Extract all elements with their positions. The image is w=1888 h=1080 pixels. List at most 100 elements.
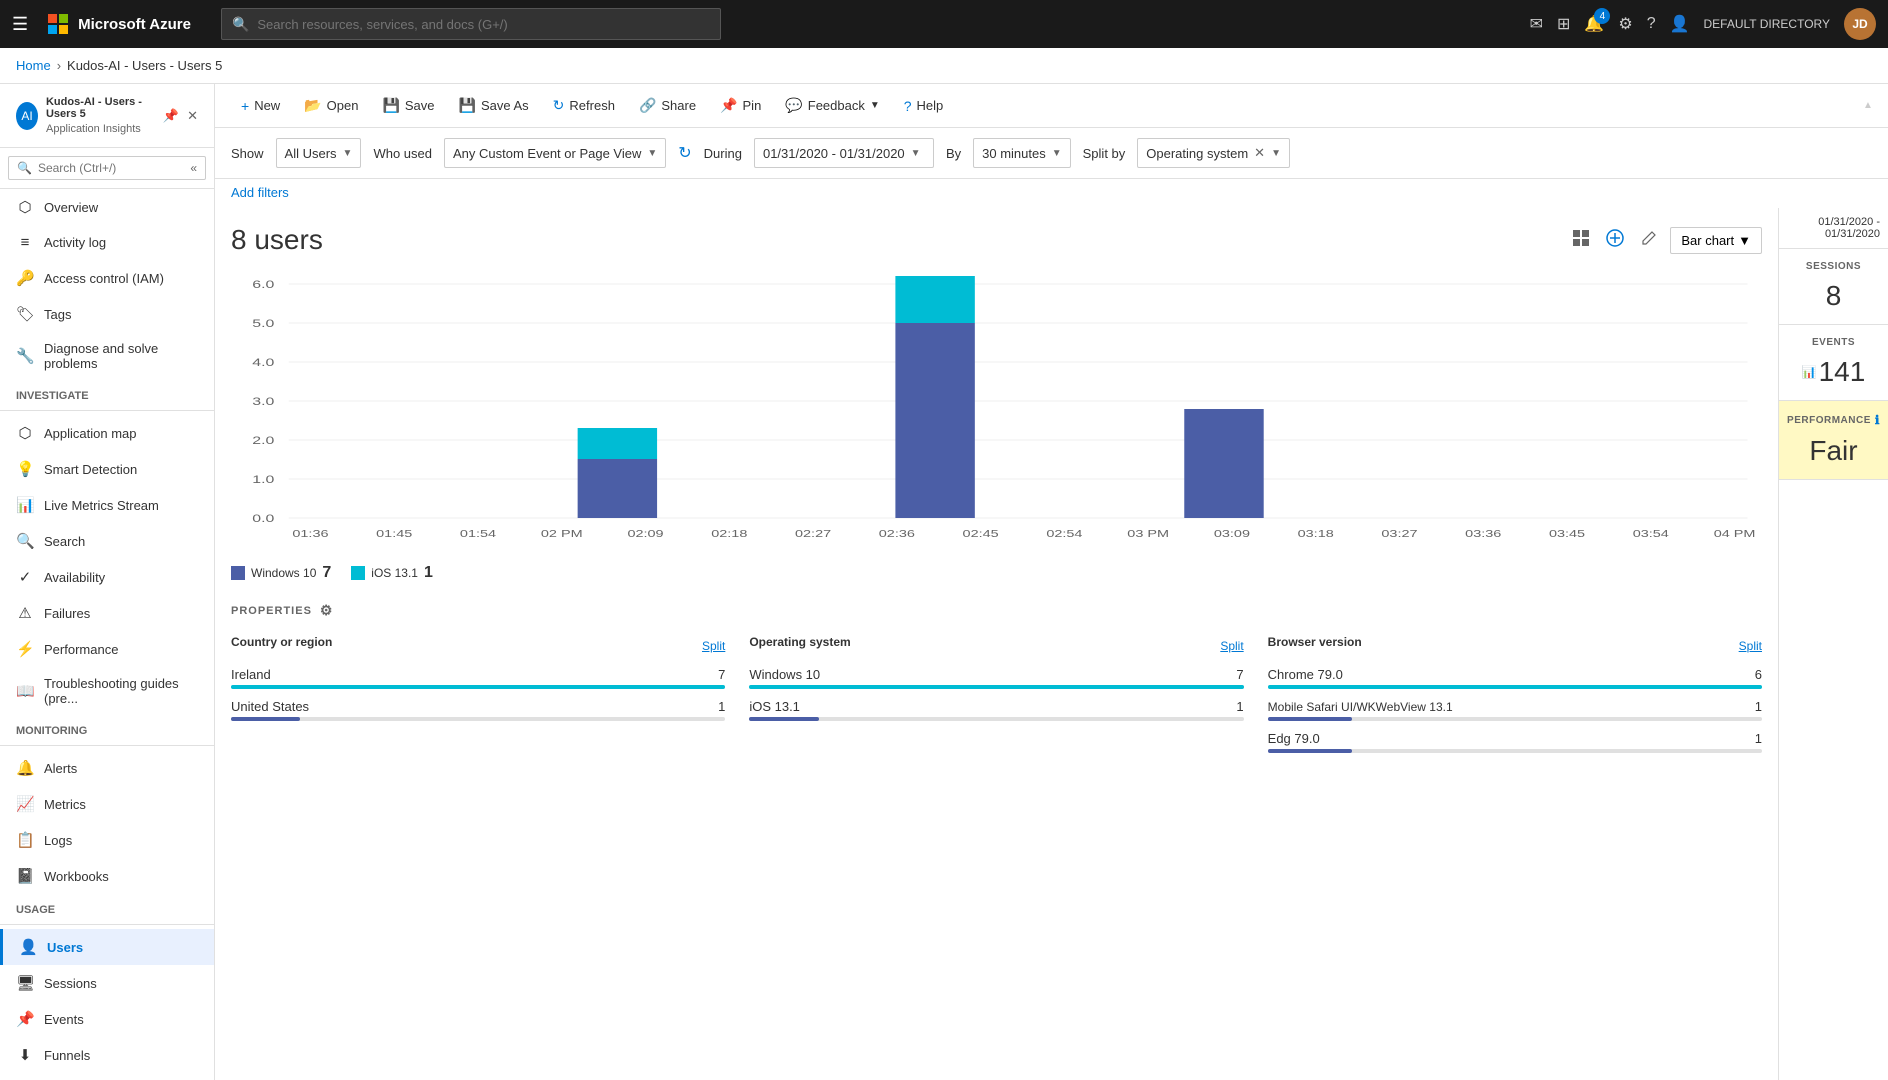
svg-text:02 PM: 02 PM bbox=[541, 528, 583, 539]
feedback-button[interactable]: 💬 Feedback ▼ bbox=[775, 92, 889, 119]
email-icon[interactable]: ✉ bbox=[1530, 14, 1543, 34]
filter-refresh-icon[interactable]: ↻ bbox=[678, 143, 691, 163]
open-button[interactable]: 📂 Open bbox=[294, 92, 368, 119]
chart-type-label: Bar chart bbox=[1681, 233, 1734, 248]
open-icon: 📂 bbox=[304, 97, 321, 114]
during-select[interactable]: 01/31/2020 - 01/31/2020 ▼ bbox=[754, 138, 934, 168]
share-button[interactable]: 🔗 Share bbox=[629, 92, 706, 119]
sidebar-item-overview[interactable]: ⬡ Overview bbox=[0, 189, 214, 225]
global-search[interactable]: 🔍 bbox=[221, 8, 721, 40]
sidebar-item-tags[interactable]: 🏷 Tags bbox=[0, 296, 214, 332]
sidebar-item-search[interactable]: 🔍 Search bbox=[0, 523, 214, 559]
sidebar-item-diagnose[interactable]: 🔧 Diagnose and solve problems bbox=[0, 332, 214, 380]
during-label: During bbox=[704, 146, 742, 161]
split-by-clear[interactable]: ✕ bbox=[1254, 145, 1265, 161]
notification-badge: 4 bbox=[1594, 8, 1610, 24]
sidebar-item-logs[interactable]: 📋 Logs bbox=[0, 822, 214, 858]
svg-text:02:27: 02:27 bbox=[795, 528, 831, 539]
refresh-button[interactable]: ↻ Refresh bbox=[543, 92, 625, 119]
split-os-link[interactable]: Split bbox=[1220, 639, 1243, 653]
sidebar-item-app-map[interactable]: ⬡ Application map bbox=[0, 415, 214, 451]
pin-button[interactable]: 📌 Pin bbox=[710, 92, 771, 119]
sidebar-item-iam[interactable]: 🔑 Access control (IAM) bbox=[0, 260, 214, 296]
sidebar-item-performance[interactable]: ⚡ Performance bbox=[0, 631, 214, 667]
show-select[interactable]: All Users ▼ bbox=[276, 138, 362, 168]
help-button[interactable]: ? Help bbox=[894, 93, 954, 119]
breadcrumb-home[interactable]: Home bbox=[16, 58, 51, 73]
settings-icon[interactable]: ⚙ bbox=[1618, 14, 1632, 34]
sidebar-item-workbooks[interactable]: 📓 Workbooks bbox=[0, 858, 214, 894]
add-chart-btn[interactable] bbox=[1602, 225, 1628, 256]
prop-item-ireland-value: 7 bbox=[718, 667, 725, 682]
portal-icon[interactable]: ⊞ bbox=[1557, 14, 1570, 34]
split-country-link[interactable]: Split bbox=[702, 639, 725, 653]
sidebar-item-troubleshooting[interactable]: 📖 Troubleshooting guides (pre... bbox=[0, 667, 214, 715]
sidebar-item-sessions[interactable]: 🖥 Sessions bbox=[0, 965, 214, 1001]
sidebar-item-metrics[interactable]: 📈 Metrics bbox=[0, 786, 214, 822]
legend-windows10: Windows 10 7 bbox=[231, 564, 331, 582]
properties-gear-icon[interactable]: ⚙ bbox=[320, 602, 334, 619]
edit-chart-btn[interactable] bbox=[1636, 225, 1662, 256]
bar-windows-2 bbox=[895, 323, 974, 518]
prop-item-us-value: 1 bbox=[718, 699, 725, 714]
search-input[interactable] bbox=[257, 17, 710, 32]
split-by-label: Split by bbox=[1083, 146, 1126, 161]
prop-bar-safari bbox=[1268, 717, 1352, 721]
prop-item-chrome-value: 6 bbox=[1755, 667, 1762, 682]
notifications-icon[interactable]: 🔔 4 bbox=[1584, 14, 1604, 34]
sidebar-item-label: Live Metrics Stream bbox=[44, 498, 159, 513]
sidebar-item-availability[interactable]: ✓ Availability bbox=[0, 559, 214, 595]
prop-item-us-header: United States 1 bbox=[231, 699, 725, 714]
bar-chart-svg: 6.0 5.0 4.0 3.0 2.0 1.0 0.0 bbox=[231, 272, 1762, 552]
sidebar-scroll-down[interactable]: ▼ bbox=[0, 1073, 214, 1080]
chart-type-button[interactable]: Bar chart ▼ bbox=[1670, 227, 1762, 254]
performance-info-icon[interactable]: ℹ bbox=[1875, 413, 1880, 427]
prop-bar-ios131 bbox=[749, 717, 818, 721]
sidebar-item-label: Application map bbox=[44, 426, 137, 441]
collapse-icon[interactable]: « bbox=[190, 161, 197, 175]
sidebar-item-activity-log[interactable]: ≡ Activity log bbox=[0, 225, 214, 260]
overview-icon: ⬡ bbox=[16, 198, 34, 216]
help-icon[interactable]: ? bbox=[1647, 15, 1656, 33]
sidebar-item-events[interactable]: 📌 Events bbox=[0, 1001, 214, 1037]
sidebar-item-smart-detection[interactable]: 💡 Smart Detection bbox=[0, 451, 214, 487]
sidebar-item-alerts[interactable]: 🔔 Alerts bbox=[0, 750, 214, 786]
pin-icon: 📌 bbox=[720, 97, 737, 114]
sidebar-search-box[interactable]: 🔍 « bbox=[8, 156, 206, 180]
prop-bar-ireland-bg bbox=[231, 685, 725, 689]
content-area: + New 📂 Open 💾 Save 💾 Save As ↻ Refresh … bbox=[215, 84, 1888, 1080]
add-filters-container: Add filters bbox=[215, 179, 1888, 208]
chart-type-arrow: ▼ bbox=[1738, 233, 1751, 248]
date-range-line1: 01/31/2020 - bbox=[1787, 216, 1880, 228]
new-label: New bbox=[254, 98, 280, 113]
save-button[interactable]: 💾 Save bbox=[372, 92, 444, 119]
account-icon[interactable]: 👤 bbox=[1670, 14, 1690, 34]
split-by-select[interactable]: Operating system ✕ ▼ bbox=[1137, 138, 1290, 168]
close-icon[interactable]: ✕ bbox=[187, 108, 198, 124]
sessions-icon: 🖥 bbox=[16, 974, 34, 992]
by-select[interactable]: 30 minutes ▼ bbox=[973, 138, 1071, 168]
properties-grid: Country or region Split Ireland 7 bbox=[231, 635, 1762, 763]
sidebar-item-label: Overview bbox=[44, 200, 98, 215]
pin-window-icon[interactable]: 📌 bbox=[163, 108, 179, 124]
split-browser-link[interactable]: Split bbox=[1739, 639, 1762, 653]
sidebar-item-live-metrics[interactable]: 📊 Live Metrics Stream bbox=[0, 487, 214, 523]
sidebar-item-label: Performance bbox=[44, 642, 118, 657]
new-button[interactable]: + New bbox=[231, 93, 290, 119]
resource-icon: AI bbox=[16, 102, 38, 130]
sidebar-search-input[interactable] bbox=[38, 161, 184, 175]
table-view-btn[interactable] bbox=[1568, 225, 1594, 256]
sidebar: AI Kudos-AI - Users - Users 5 Applicatio… bbox=[0, 84, 215, 1080]
add-filters-link[interactable]: Add filters bbox=[231, 185, 1872, 200]
who-used-select[interactable]: Any Custom Event or Page View ▼ bbox=[444, 138, 666, 168]
sidebar-item-failures[interactable]: ⚠ Failures bbox=[0, 595, 214, 631]
sidebar-item-label: Metrics bbox=[44, 797, 86, 812]
hamburger-icon[interactable]: ☰ bbox=[12, 14, 28, 35]
avatar[interactable]: JD bbox=[1844, 8, 1876, 40]
resource-title: Kudos-AI - Users - Users 5 bbox=[46, 96, 155, 120]
sidebar-item-users[interactable]: 👤 Users bbox=[0, 929, 214, 965]
directory-label: DEFAULT DIRECTORY bbox=[1704, 17, 1830, 31]
performance-label: PERFORMANCE ℹ bbox=[1791, 413, 1876, 427]
sidebar-item-funnels[interactable]: ⬇ Funnels bbox=[0, 1037, 214, 1073]
save-as-button[interactable]: 💾 Save As bbox=[449, 92, 539, 119]
